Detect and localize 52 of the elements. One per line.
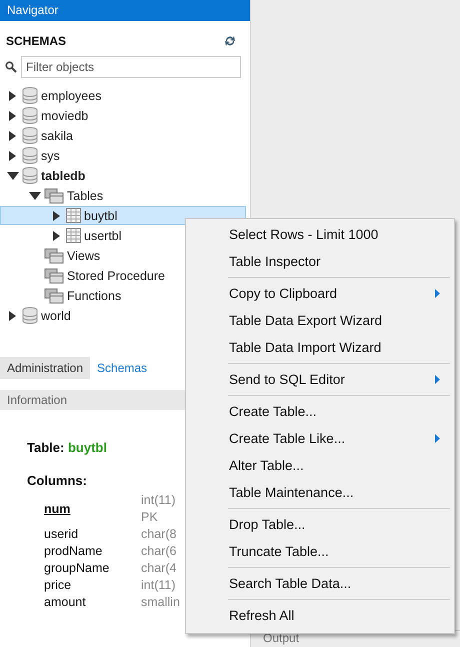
panel-title: Navigator	[0, 0, 250, 21]
table-icon	[66, 228, 81, 243]
column-name: prodName	[44, 543, 104, 560]
table-icon	[66, 208, 81, 223]
folder-stack-icon	[44, 248, 64, 264]
column-name: num	[44, 500, 72, 518]
database-icon	[22, 307, 38, 324]
folder-stack-icon	[44, 288, 64, 304]
search-icon	[5, 61, 17, 73]
tree-item[interactable]: employees	[0, 86, 250, 105]
menu-item[interactable]: Create Table Like...	[186, 425, 454, 452]
tree-item[interactable]: sys	[0, 146, 250, 165]
folder-stack-icon	[44, 268, 64, 284]
column-name: userid	[44, 526, 80, 543]
menu-item[interactable]: Truncate Table...	[186, 538, 454, 565]
menu-item[interactable]: Refresh All	[186, 602, 454, 629]
folder-stack-icon	[44, 188, 64, 204]
tree-item[interactable]: tabledb	[0, 166, 250, 185]
table-title: Table: buytbl	[27, 440, 108, 455]
column-type: smallin	[141, 594, 181, 611]
column-name: price	[44, 577, 72, 594]
database-icon	[22, 87, 38, 104]
menu-item[interactable]: Drop Table...	[186, 511, 454, 538]
menu-item[interactable]: Table Data Export Wizard	[186, 307, 454, 334]
section-title: SCHEMAS	[6, 34, 66, 48]
column-name: groupName	[44, 560, 110, 577]
columns-heading: Columns:	[27, 473, 88, 488]
refresh-icon[interactable]	[224, 35, 236, 47]
database-icon	[22, 127, 38, 144]
tab[interactable]: Administration	[0, 357, 90, 379]
tree-item[interactable]: Tables	[0, 186, 250, 205]
tree-item[interactable]: moviedb	[0, 106, 250, 125]
submenu-arrow-icon	[435, 375, 440, 384]
menu-item[interactable]: Alter Table...	[186, 452, 454, 479]
menu-item[interactable]: Send to SQL Editor	[186, 366, 454, 393]
column-type: char(8	[141, 526, 178, 543]
database-icon	[22, 107, 38, 124]
menu-item[interactable]: Search Table Data...	[186, 570, 454, 597]
column-type: char(4	[141, 560, 178, 577]
collapse-arrow-icon[interactable]	[29, 190, 41, 202]
column-name: amount	[44, 594, 87, 611]
panel-title: Output	[263, 631, 300, 645]
database-icon	[22, 167, 38, 184]
database-icon	[22, 147, 38, 164]
submenu-arrow-icon	[435, 289, 440, 298]
collapse-arrow-icon[interactable]	[7, 170, 19, 182]
menu-item[interactable]: Table Data Import Wizard	[186, 334, 454, 361]
tree-item[interactable]: buytbl	[0, 206, 246, 225]
submenu-arrow-icon	[435, 434, 440, 443]
filter-field[interactable]: Filter objects	[21, 56, 241, 78]
tree-item[interactable]: sakila	[0, 126, 250, 145]
menu-item[interactable]: Table Maintenance...	[186, 479, 454, 506]
